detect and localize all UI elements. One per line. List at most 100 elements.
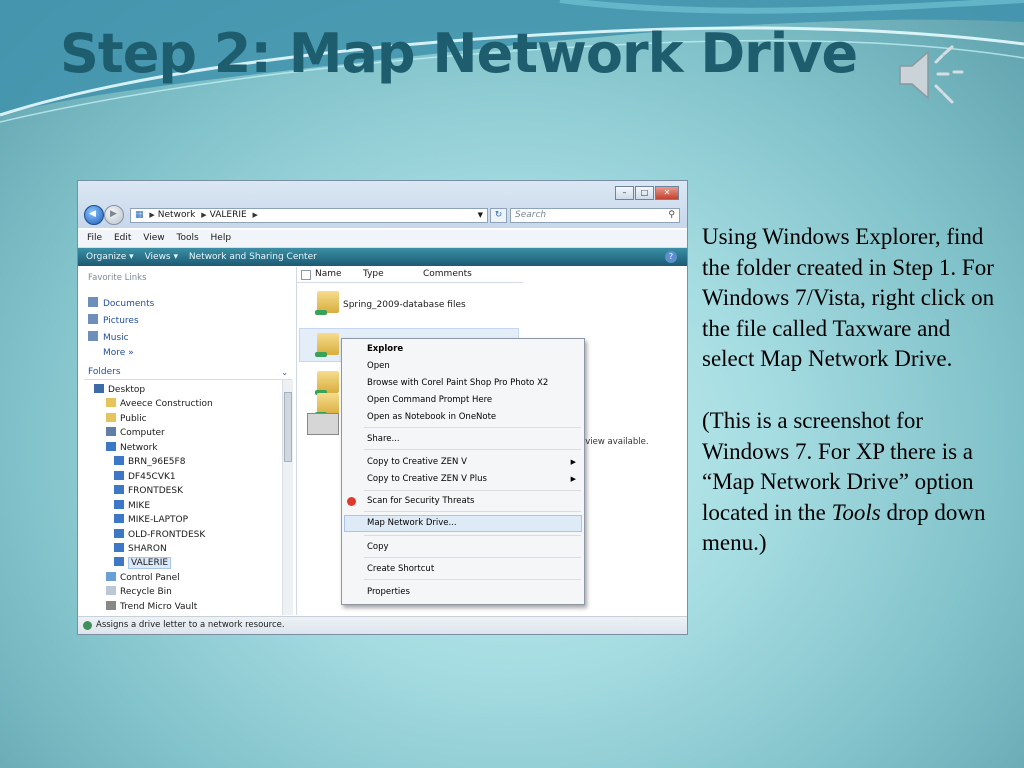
tree-item-df45cvk1[interactable]: DF45CVK1 xyxy=(114,471,176,482)
address-dropdown-icon[interactable]: ▼ xyxy=(478,209,483,222)
folders-scrollbar[interactable] xyxy=(282,380,293,615)
window-titlebar: – □ ✕ ▦ ▶Network ▶VALERIE ▶ ▼ ↻ Search ⚲ xyxy=(78,181,687,228)
chevron-down-icon: ⌄ xyxy=(281,368,288,377)
favorite-music[interactable]: Music xyxy=(88,331,129,343)
status-bar: Assigns a drive letter to a network reso… xyxy=(78,616,687,634)
instruction-paragraph-1: Using Windows Explorer, find the folder … xyxy=(702,224,995,372)
tree-item-aveece-construction[interactable]: Aveece Construction xyxy=(106,398,213,409)
menu-item-onenote[interactable]: Open as Notebook in OneNote xyxy=(367,412,496,422)
refresh-icon[interactable]: ↻ xyxy=(490,208,507,223)
favorite-documents[interactable]: Documents xyxy=(88,297,154,309)
breadcrumb-network[interactable]: Network xyxy=(158,210,196,220)
column-type[interactable]: Type xyxy=(363,269,384,279)
favorite-pictures[interactable]: Pictures xyxy=(88,314,139,326)
help-icon[interactable]: ? xyxy=(665,251,677,263)
tree-item-computer[interactable]: Computer xyxy=(106,427,165,438)
tree-item-mike[interactable]: MIKE xyxy=(114,500,150,511)
tree-item-sharon[interactable]: SHARON xyxy=(114,543,167,554)
shared-folder-icon[interactable] xyxy=(315,333,339,357)
menu-edit[interactable]: Edit xyxy=(114,230,131,247)
network-computer-icon xyxy=(114,500,124,509)
search-input[interactable]: Search ⚲ xyxy=(510,208,680,223)
tree-item-control-panel[interactable]: Control Panel xyxy=(106,572,180,583)
network-computer-icon xyxy=(114,485,124,494)
tree-item-old-frontdesk[interactable]: OLD-FRONTDESK xyxy=(114,529,205,540)
organize-button[interactable]: Organize ▾ xyxy=(86,248,134,266)
shared-folder-icon[interactable] xyxy=(315,371,339,395)
forward-arrow-icon[interactable] xyxy=(104,205,124,225)
tree-item-brn[interactable]: BRN_96E5F8 xyxy=(114,456,185,467)
menu-item-command-prompt[interactable]: Open Command Prompt Here xyxy=(367,395,492,405)
menu-bar: File Edit View Tools Help xyxy=(78,230,687,248)
network-computer-icon xyxy=(114,557,124,566)
menu-item-create-shortcut[interactable]: Create Shortcut xyxy=(367,564,434,574)
status-text: Assigns a drive letter to a network reso… xyxy=(96,620,285,630)
security-scan-icon xyxy=(347,497,356,506)
control-panel-icon xyxy=(106,572,116,581)
search-icon[interactable]: ⚲ xyxy=(668,209,675,222)
instruction-text: Using Windows Explorer, find the folder … xyxy=(702,222,1002,559)
network-drive-icon xyxy=(83,621,92,630)
menu-file[interactable]: File xyxy=(87,230,102,247)
music-icon xyxy=(88,331,98,341)
navigation-pane: Favorite Links Documents Pictures Music … xyxy=(78,267,297,615)
network-sharing-center-button[interactable]: Network and Sharing Center xyxy=(189,248,317,266)
network-computer-icon xyxy=(114,529,124,538)
menu-item-explore[interactable]: Explore xyxy=(367,344,403,354)
minimize-icon[interactable]: – xyxy=(615,186,634,200)
tree-item-frontdesk[interactable]: FRONTDESK xyxy=(114,485,183,496)
breadcrumb-valerie[interactable]: VALERIE xyxy=(210,210,247,220)
folder-icon xyxy=(106,413,116,422)
caption-buttons: – □ ✕ xyxy=(614,186,679,200)
menu-help[interactable]: Help xyxy=(211,230,232,247)
computer-icon xyxy=(106,427,116,436)
views-button[interactable]: Views ▾ xyxy=(145,248,178,266)
menu-item-browse-corel[interactable]: Browse with Corel Paint Shop Pro Photo X… xyxy=(367,378,548,388)
menu-item-map-network-drive[interactable]: Map Network Drive... xyxy=(367,518,457,528)
printer-icon[interactable] xyxy=(307,413,339,435)
column-headers: Name Type Comments xyxy=(297,267,523,283)
shared-folder-icon[interactable] xyxy=(315,291,339,315)
menu-item-open[interactable]: Open xyxy=(367,361,390,371)
menu-view[interactable]: View xyxy=(143,230,164,247)
tree-item-mike-laptop[interactable]: MIKE-LAPTOP xyxy=(114,514,188,525)
recycle-bin-icon xyxy=(106,586,116,595)
shared-folder-icon[interactable] xyxy=(315,393,339,417)
menu-item-properties[interactable]: Properties xyxy=(367,587,410,597)
tree-item-desktop[interactable]: Desktop xyxy=(94,384,145,395)
back-arrow-icon[interactable] xyxy=(84,205,104,225)
menu-item-share[interactable]: Share... xyxy=(367,434,400,444)
scrollbar-thumb[interactable] xyxy=(284,392,292,462)
menu-item-copy[interactable]: Copy xyxy=(367,542,389,552)
vault-icon xyxy=(106,601,116,610)
tree-item-public[interactable]: Public xyxy=(106,413,147,424)
submenu-arrow-icon: ▶ xyxy=(570,458,576,466)
folders-header[interactable]: Folders ⌄ xyxy=(84,366,292,380)
menu-item-copy-zen-v-plus[interactable]: Copy to Creative ZEN V Plus xyxy=(367,474,487,484)
menu-item-copy-zen-v[interactable]: Copy to Creative ZEN V xyxy=(367,457,467,467)
file-spring-2009-database[interactable]: Spring_2009-database files xyxy=(343,300,466,310)
speaker-icon[interactable] xyxy=(896,42,966,108)
submenu-arrow-icon: ▶ xyxy=(570,475,576,483)
select-all-checkbox[interactable] xyxy=(301,270,311,280)
instruction-paragraph-2: (This is a screenshot for Windows 7. For… xyxy=(702,407,986,556)
preview-unavailable-text: eview available. xyxy=(580,437,649,447)
tree-item-valerie[interactable]: VALERIE xyxy=(114,557,172,569)
network-computer-icon xyxy=(114,456,124,465)
address-bar[interactable]: ▦ ▶ Network ▶ VALERIE ▶ ▼ xyxy=(130,208,488,223)
favorite-more[interactable]: More » xyxy=(103,348,134,358)
network-computer-icon xyxy=(114,543,124,552)
context-menu: Explore Open Browse with Corel Paint Sho… xyxy=(341,338,585,605)
column-name[interactable]: Name xyxy=(315,269,342,279)
documents-icon xyxy=(88,297,98,307)
tree-item-trend-micro-vault[interactable]: Trend Micro Vault xyxy=(106,601,197,612)
menu-item-scan-security[interactable]: Scan for Security Threats xyxy=(367,496,474,506)
tree-item-network[interactable]: Network xyxy=(106,442,158,453)
network-computer-icon xyxy=(114,471,124,480)
close-icon[interactable]: ✕ xyxy=(655,186,679,200)
column-comments[interactable]: Comments xyxy=(423,269,472,279)
maximize-icon[interactable]: □ xyxy=(635,186,654,200)
network-icon: ▦ xyxy=(135,210,144,220)
tree-item-recycle-bin[interactable]: Recycle Bin xyxy=(106,586,172,597)
menu-tools[interactable]: Tools xyxy=(176,230,198,247)
